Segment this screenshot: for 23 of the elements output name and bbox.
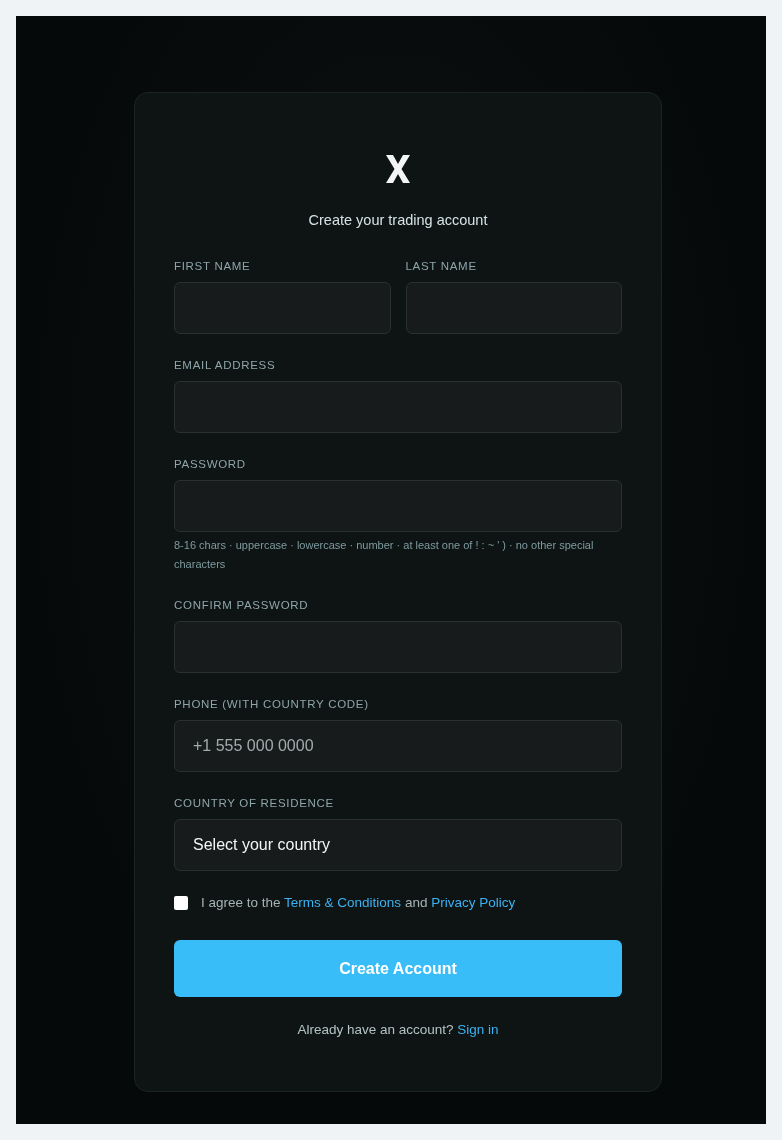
field-label: PHONE (WITH COUNTRY CODE)	[174, 697, 369, 712]
field-label: EMAIL ADDRESS	[174, 358, 276, 373]
field-label: COUNTRY OF RESIDENCE	[174, 796, 334, 811]
input-field[interactable]	[405, 282, 622, 334]
password-hint: 8-16 chars · uppercase · lowercase · number · at least one of ! : ~ ' ) · no other special characters	[174, 538, 595, 572]
field-label: FIRST NAME	[174, 259, 251, 274]
policy-link[interactable]: Privacy Policy	[431, 895, 516, 910]
input-field[interactable]	[174, 381, 622, 433]
field-label: CONFIRM PASSWORD	[174, 598, 309, 613]
signin-prompt: Already have an account? Sign in	[297, 1021, 499, 1039]
country-select[interactable]: Select your country	[174, 819, 622, 871]
input-field[interactable]	[174, 282, 391, 334]
sign-in-link[interactable]: Sign in	[457, 1022, 499, 1037]
input-field[interactable]: +1 555 000 0000	[174, 720, 622, 772]
field-label: PASSWORD	[174, 457, 246, 472]
agree-checkbox[interactable]	[174, 896, 188, 910]
input-field[interactable]	[174, 480, 622, 532]
x-logo-icon	[385, 155, 411, 183]
policy-link[interactable]: Terms & Conditions	[284, 895, 402, 910]
form-title: Create your trading account	[308, 211, 488, 229]
agreement-text: I agree to the Terms & Conditions and Privacy Policy	[201, 894, 516, 912]
field-label: LAST NAME	[405, 259, 477, 274]
input-field[interactable]	[174, 621, 622, 673]
